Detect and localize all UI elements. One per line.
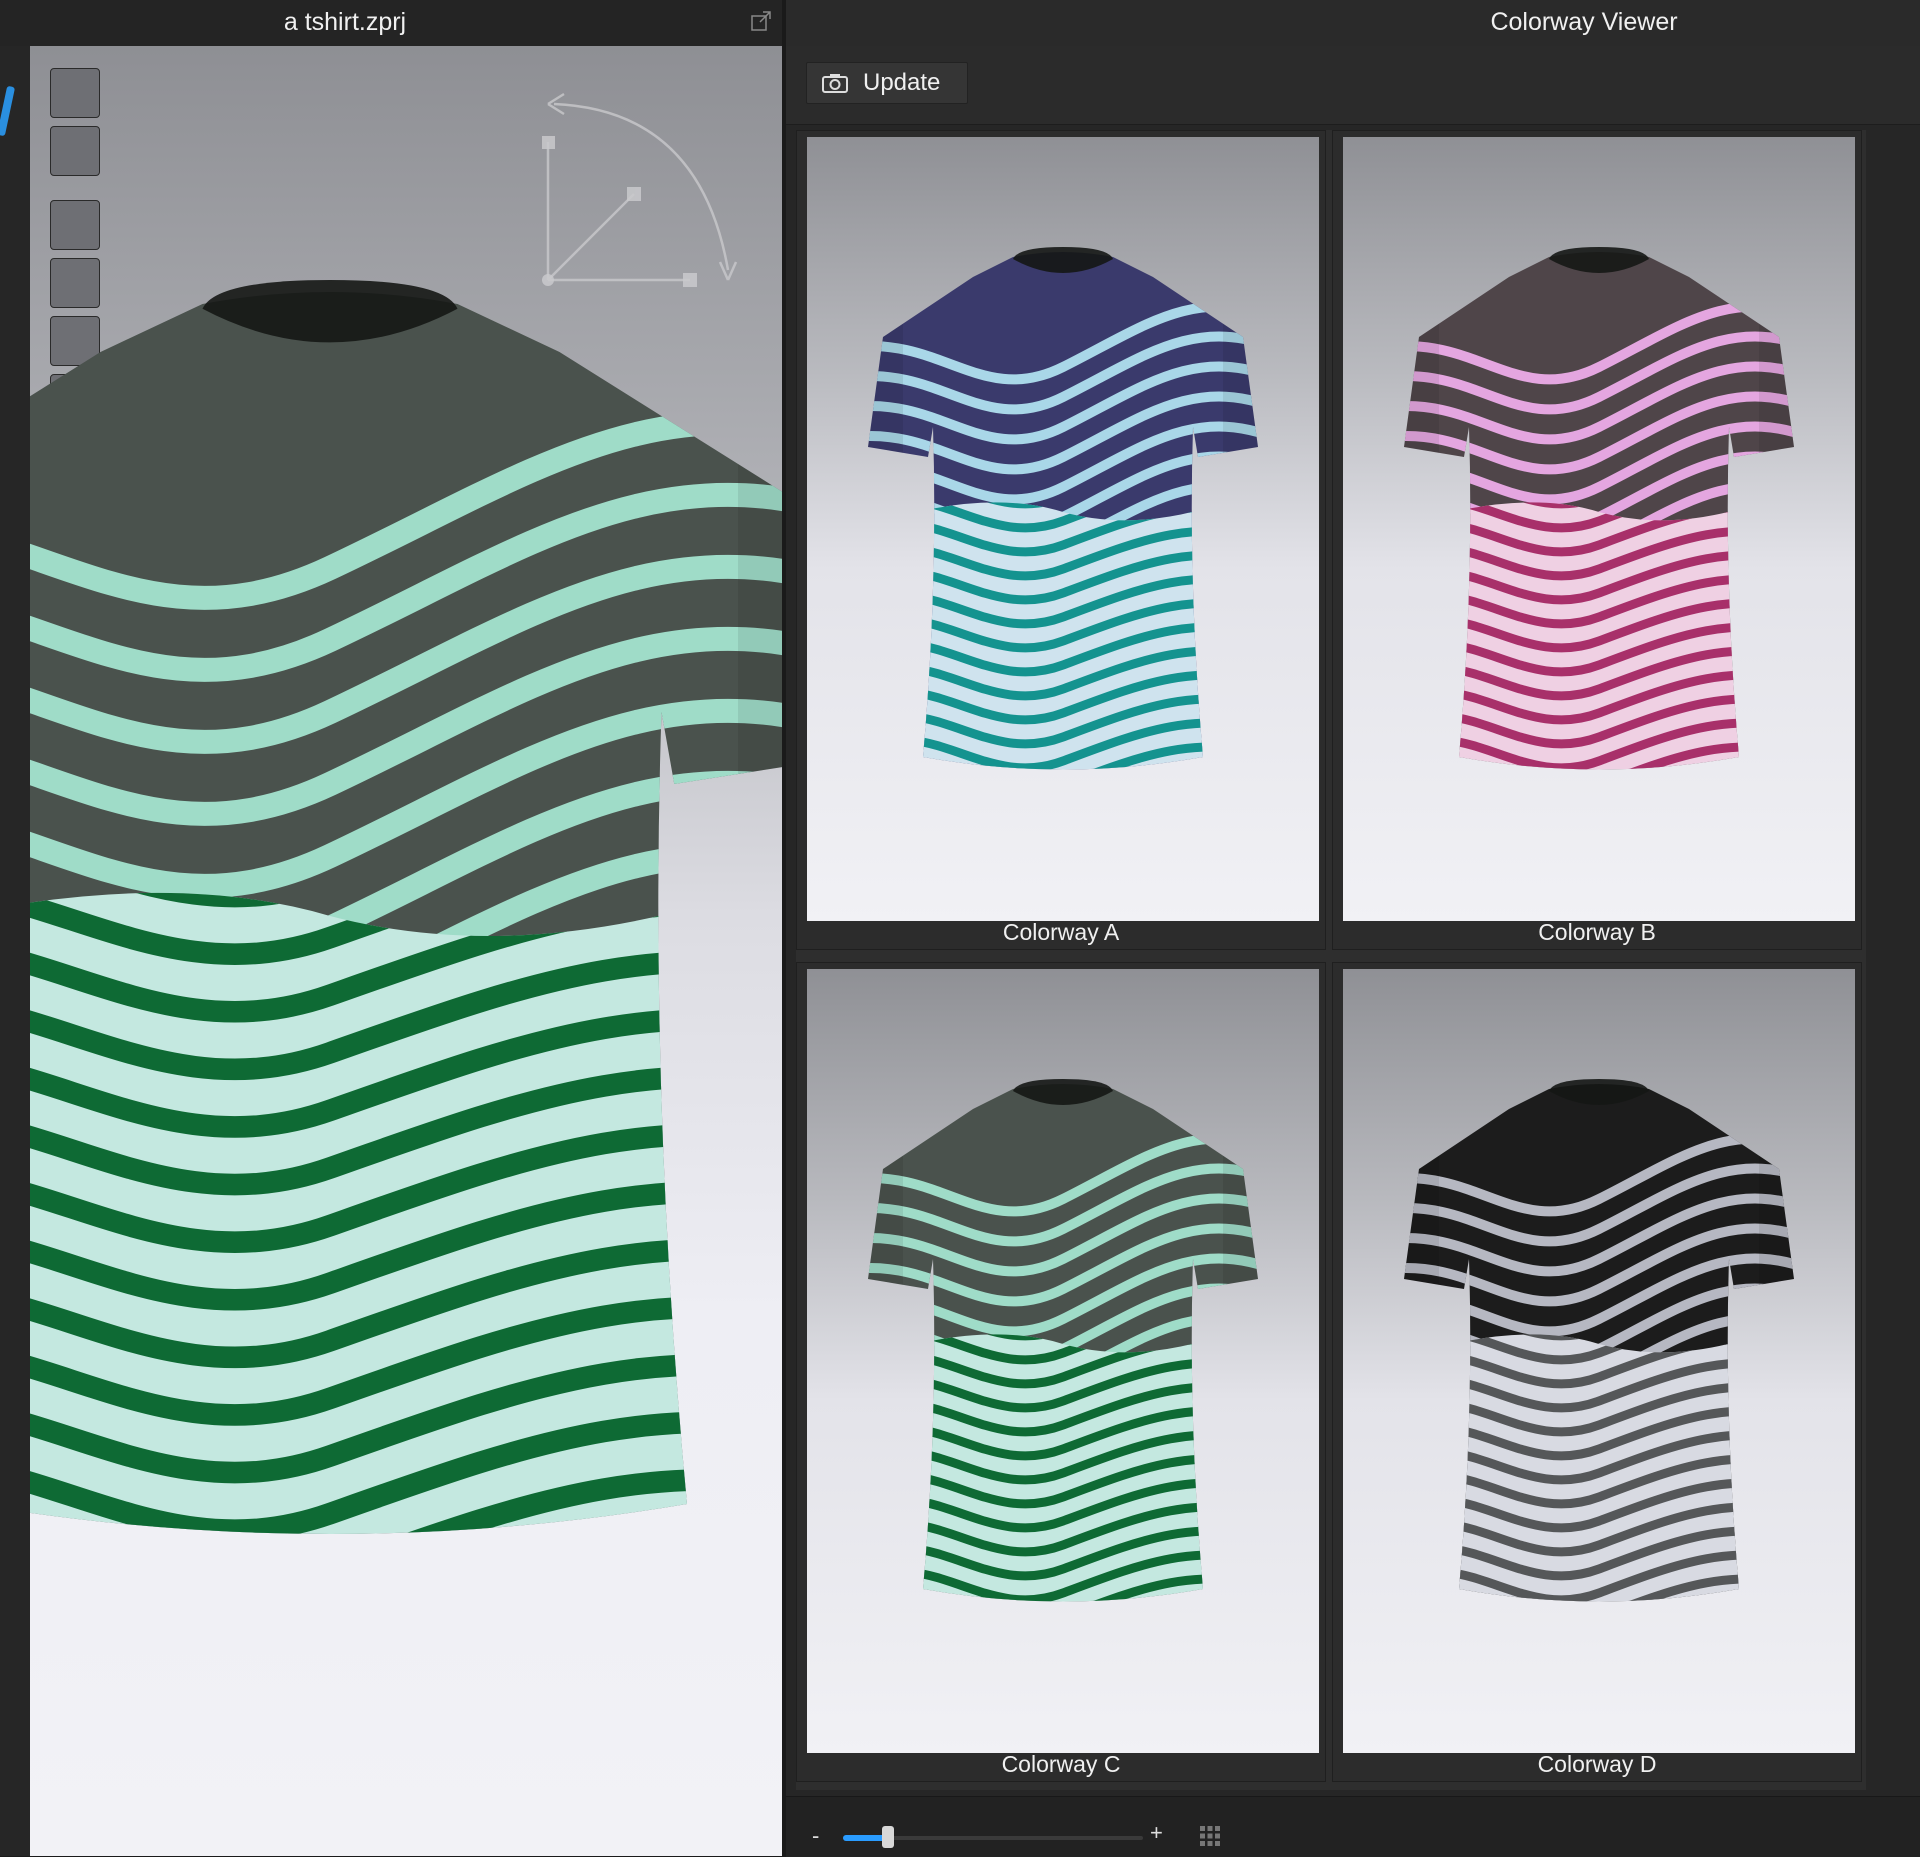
popout-icon[interactable]: [750, 10, 772, 32]
colorway-card[interactable]: Colorway D: [1332, 962, 1862, 1782]
colorway-name: Colorway A: [1002, 919, 1120, 945]
pen-icon[interactable]: [0, 85, 16, 137]
colorway-garment-render: [868, 247, 1258, 770]
colorway-thumbnail[interactable]: [1343, 137, 1855, 921]
colorway-thumbnail[interactable]: [807, 969, 1319, 1753]
main-garment-render: [30, 280, 782, 1535]
side-tool-strip: [0, 46, 31, 1856]
colorway-garment-render: [1404, 247, 1794, 770]
colorway-name: Colorway D: [1537, 1751, 1657, 1777]
update-button[interactable]: Update: [806, 62, 968, 104]
colorway-garment-render: [1404, 1079, 1794, 1602]
colorway-thumbnail[interactable]: [807, 137, 1319, 921]
colorway-card[interactable]: Colorway A: [796, 130, 1326, 950]
colorway-card[interactable]: Colorway B: [1332, 130, 1862, 950]
panel-title: Colorway Viewer: [1490, 8, 1678, 36]
zoom-in-button[interactable]: +: [1150, 1820, 1163, 1846]
colorway-name: Colorway B: [1538, 919, 1656, 945]
shirt-shape: [1404, 1084, 1794, 1602]
zoom-bar: [786, 1796, 1920, 1857]
shirt-shape: [1404, 252, 1794, 770]
shirt-shape: [30, 292, 782, 1535]
shirt-shape: [868, 1084, 1258, 1602]
zoom-out-button[interactable]: -: [812, 1823, 819, 1849]
zoom-slider-handle[interactable]: [882, 1826, 894, 1848]
update-label: Update: [863, 69, 941, 96]
colorway-name: Colorway C: [1001, 1751, 1121, 1777]
colorway-garment-render: [868, 1079, 1258, 1602]
colorway-card[interactable]: Colorway C: [796, 962, 1326, 1782]
camera-icon: [822, 74, 848, 93]
grid-view-icon[interactable]: [1198, 1824, 1222, 1848]
colorway-thumbnail[interactable]: [1343, 969, 1855, 1753]
shirt-shape: [868, 252, 1258, 770]
file-title: a tshirt.zprj: [283, 8, 407, 36]
